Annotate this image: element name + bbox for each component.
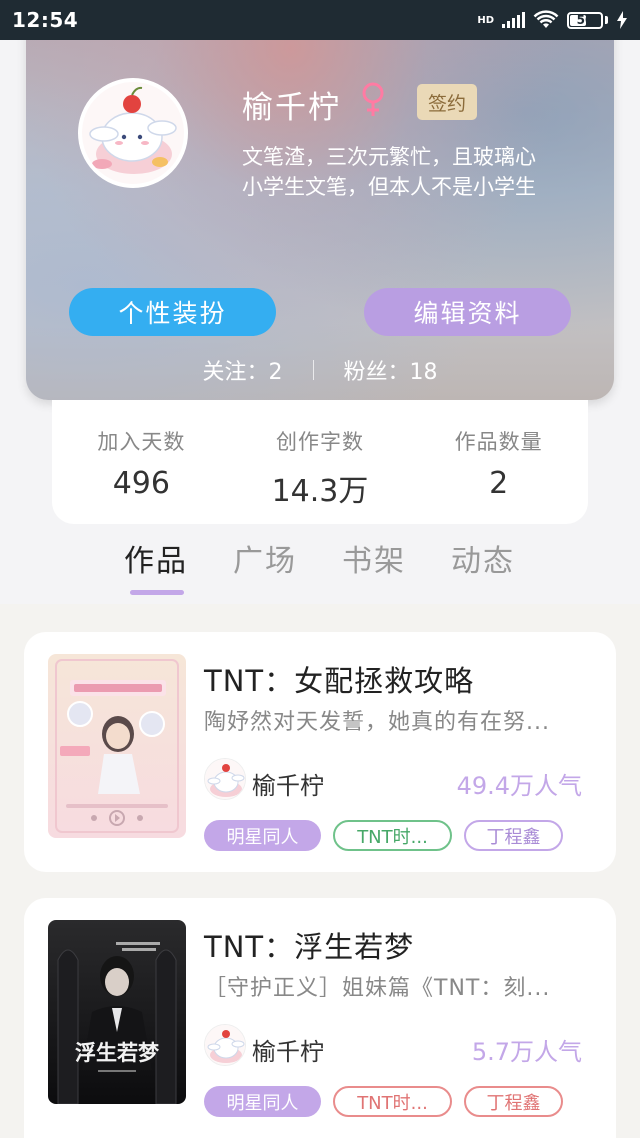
tab-bookshelf[interactable]: 书架 bbox=[324, 536, 424, 580]
signed-author-badge: 签约 bbox=[417, 84, 477, 120]
work-card[interactable]: TNT：女配拯救攻略 陶妤然对天发誓，她真的有在努... 榆千柠 49.4万人气… bbox=[24, 632, 616, 872]
stat-label: 创作字数 bbox=[275, 430, 364, 454]
tab-square[interactable]: 广场 bbox=[215, 536, 315, 580]
stat-label: 作品数量 bbox=[454, 430, 543, 454]
battery-level: 50 bbox=[576, 13, 594, 27]
status-time: 12:54 bbox=[12, 8, 79, 32]
work-tags: 明星同人 TNT时... 丁程鑫 bbox=[204, 1086, 563, 1117]
tag-series[interactable]: TNT时... bbox=[333, 1086, 452, 1117]
profile-username: 榆千柠 bbox=[242, 90, 341, 126]
profile-bio: 文笔渣，三次元繁忙，且玻璃心 小学生文笔，但本人不是小学生 bbox=[242, 142, 602, 202]
work-card[interactable]: 浮生若梦 TNT：浮生若梦 ［守护正义］姐妹篇《TNT：刻... 榆千柠 5.7… bbox=[24, 898, 616, 1138]
tag-category[interactable]: 明星同人 bbox=[204, 1086, 321, 1117]
bio-line-2: 小学生文笔，但本人不是小学生 bbox=[242, 175, 536, 199]
tab-indicator-active bbox=[130, 590, 184, 595]
author-avatar-image bbox=[205, 759, 245, 799]
stat-join-days: 加入天数 496 bbox=[66, 426, 216, 501]
stat-label: 加入天数 bbox=[97, 430, 186, 454]
charging-icon bbox=[617, 11, 627, 29]
profile-header: 榆千柠 签约 文笔渣，三次元繁忙，且玻璃心 小学生文笔，但本人不是小学生 个性装… bbox=[26, 18, 614, 400]
work-title[interactable]: TNT：浮生若梦 bbox=[204, 924, 414, 966]
cinnamoroll-avatar-image bbox=[82, 82, 184, 184]
author-name[interactable]: 榆千柠 bbox=[252, 1032, 324, 1067]
follow-stats: 关注：2 粉丝：18 bbox=[26, 354, 614, 386]
stat-word-count: 创作字数 14.3万 bbox=[245, 426, 395, 510]
status-icons: HD 50 bbox=[477, 10, 628, 30]
following-count[interactable]: 关注：2 bbox=[203, 354, 283, 386]
tab-activity[interactable]: 动态 bbox=[433, 536, 533, 580]
personal-dressup-button[interactable]: 个性装扮 bbox=[69, 288, 276, 336]
tag-character[interactable]: 丁程鑫 bbox=[464, 820, 563, 851]
followers-count[interactable]: 粉丝：18 bbox=[344, 354, 438, 386]
stat-value: 14.3万 bbox=[271, 474, 369, 509]
work-tags: 明星同人 TNT时... 丁程鑫 bbox=[204, 820, 563, 851]
edit-profile-button[interactable]: 编辑资料 bbox=[364, 288, 571, 336]
stat-value: 496 bbox=[112, 466, 170, 501]
cover-art-1 bbox=[48, 654, 186, 838]
svg-text:浮生若梦: 浮生若梦 bbox=[75, 1041, 160, 1065]
work-description: ［守护正义］姐妹篇《TNT：刻... bbox=[204, 976, 551, 1001]
author-name[interactable]: 榆千柠 bbox=[252, 766, 324, 801]
stat-value: 2 bbox=[489, 466, 509, 501]
author-avatar[interactable] bbox=[204, 758, 246, 800]
author-avatar-image bbox=[205, 1025, 245, 1065]
battery-icon: 50 bbox=[567, 11, 603, 29]
wifi-icon bbox=[533, 10, 559, 28]
profile-tabs: 作品 广场 书架 动态 bbox=[0, 530, 640, 602]
popularity-count: 5.7万人气 bbox=[471, 1038, 582, 1066]
stat-works-count: 作品数量 2 bbox=[424, 426, 574, 501]
work-cover-image[interactable]: 浮生若梦 bbox=[48, 920, 186, 1104]
tag-character[interactable]: 丁程鑫 bbox=[464, 1086, 563, 1117]
bio-line-1: 文笔渣，三次元繁忙，且玻璃心 bbox=[242, 145, 536, 169]
network-type-label: HD bbox=[477, 14, 494, 26]
status-bar: 12:54 HD 50 bbox=[0, 0, 640, 40]
work-description: 陶妤然对天发誓，她真的有在努... bbox=[204, 710, 550, 735]
tag-category[interactable]: 明星同人 bbox=[204, 820, 321, 851]
stats-card: 加入天数 496 创作字数 14.3万 作品数量 2 bbox=[52, 400, 588, 524]
author-avatar[interactable] bbox=[204, 1024, 246, 1066]
follow-divider bbox=[312, 360, 314, 380]
battery-tip bbox=[605, 16, 608, 24]
profile-avatar[interactable] bbox=[78, 78, 188, 188]
cover-art-2: 浮生若梦 bbox=[48, 920, 186, 1104]
work-title[interactable]: TNT：女配拯救攻略 bbox=[204, 658, 474, 700]
popularity-count: 49.4万人气 bbox=[456, 772, 582, 800]
work-cover-image[interactable] bbox=[48, 654, 186, 838]
cellular-signal-icon bbox=[502, 12, 525, 28]
tab-works[interactable]: 作品 bbox=[106, 536, 206, 580]
female-gender-icon bbox=[362, 82, 384, 116]
tag-series[interactable]: TNT时... bbox=[333, 820, 452, 851]
